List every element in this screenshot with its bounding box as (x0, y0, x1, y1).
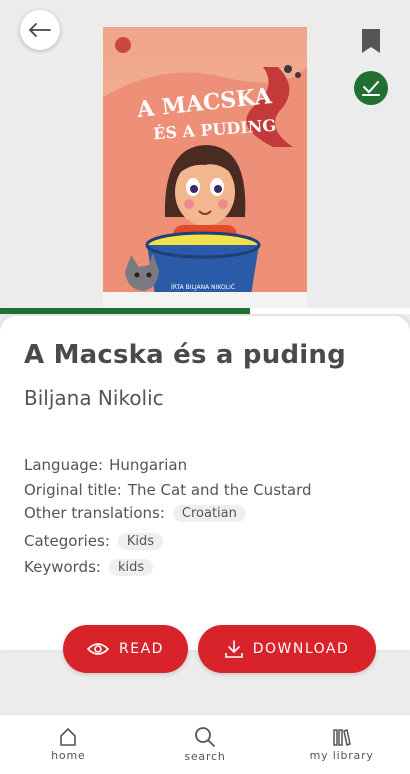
download-button[interactable]: DOWNLOAD (198, 625, 376, 673)
language-value: Hungarian (109, 456, 188, 474)
cover-area: A MACSKA ÉS A PUDING ÍRTA BILJANA NIKOLI… (0, 0, 410, 315)
nav-my-library[interactable]: my library (273, 715, 410, 774)
book-title: A Macska és a puding (24, 340, 346, 370)
categories-label: Categories: (24, 532, 110, 550)
language-label: Language: (24, 456, 104, 474)
original-title-label: Original title: (24, 481, 122, 499)
read-button[interactable]: READ (63, 625, 188, 673)
translations-label: Other translations: (24, 504, 165, 522)
nav-home[interactable]: home (0, 715, 137, 774)
language-row: Language: Hungarian (24, 456, 187, 474)
cover-credit: ÍRTA BILJANA NIKOLIĆ (171, 284, 235, 291)
book-details-card: A Macska és a puding Biljana Nikolic Lan… (0, 316, 410, 650)
nav-my-library-label: my library (309, 749, 374, 762)
nav-search[interactable]: search (137, 715, 274, 774)
search-icon (195, 727, 215, 747)
book-cover[interactable]: A MACSKA ÉS A PUDING ÍRTA BILJANA NIKOLI… (103, 27, 307, 310)
bookmark-icon[interactable] (360, 28, 382, 54)
download-button-label: DOWNLOAD (252, 641, 350, 657)
keywords-label: Keywords: (24, 558, 101, 576)
original-title-value: The Cat and the Custard (127, 481, 312, 499)
eye-icon (87, 643, 110, 655)
check-icon (362, 81, 380, 96)
reading-progress-fill (0, 308, 251, 314)
nav-search-label: search (184, 750, 226, 763)
keyword-chip[interactable]: kids (108, 558, 154, 576)
original-title-row: Original title: The Cat and the Custard (24, 481, 312, 499)
category-chip[interactable]: Kids (117, 532, 164, 550)
reading-progress-bar (0, 308, 410, 314)
finished-badge[interactable] (354, 71, 388, 105)
translations-row: Other translations: Croatian (24, 504, 246, 522)
nav-home-label: home (51, 749, 86, 762)
download-icon (224, 640, 243, 658)
library-icon (332, 729, 351, 746)
book-author[interactable]: Biljana Nikolic (24, 386, 164, 410)
back-button[interactable] (20, 10, 60, 50)
bottom-navigation: home search my library (0, 714, 410, 774)
categories-row: Categories: Kids (24, 532, 164, 550)
translation-chip[interactable]: Croatian (172, 504, 246, 522)
keywords-row: Keywords: kids (24, 558, 154, 576)
read-button-label: READ (119, 641, 164, 657)
home-icon (60, 728, 77, 746)
arrow-left-icon (29, 23, 51, 37)
